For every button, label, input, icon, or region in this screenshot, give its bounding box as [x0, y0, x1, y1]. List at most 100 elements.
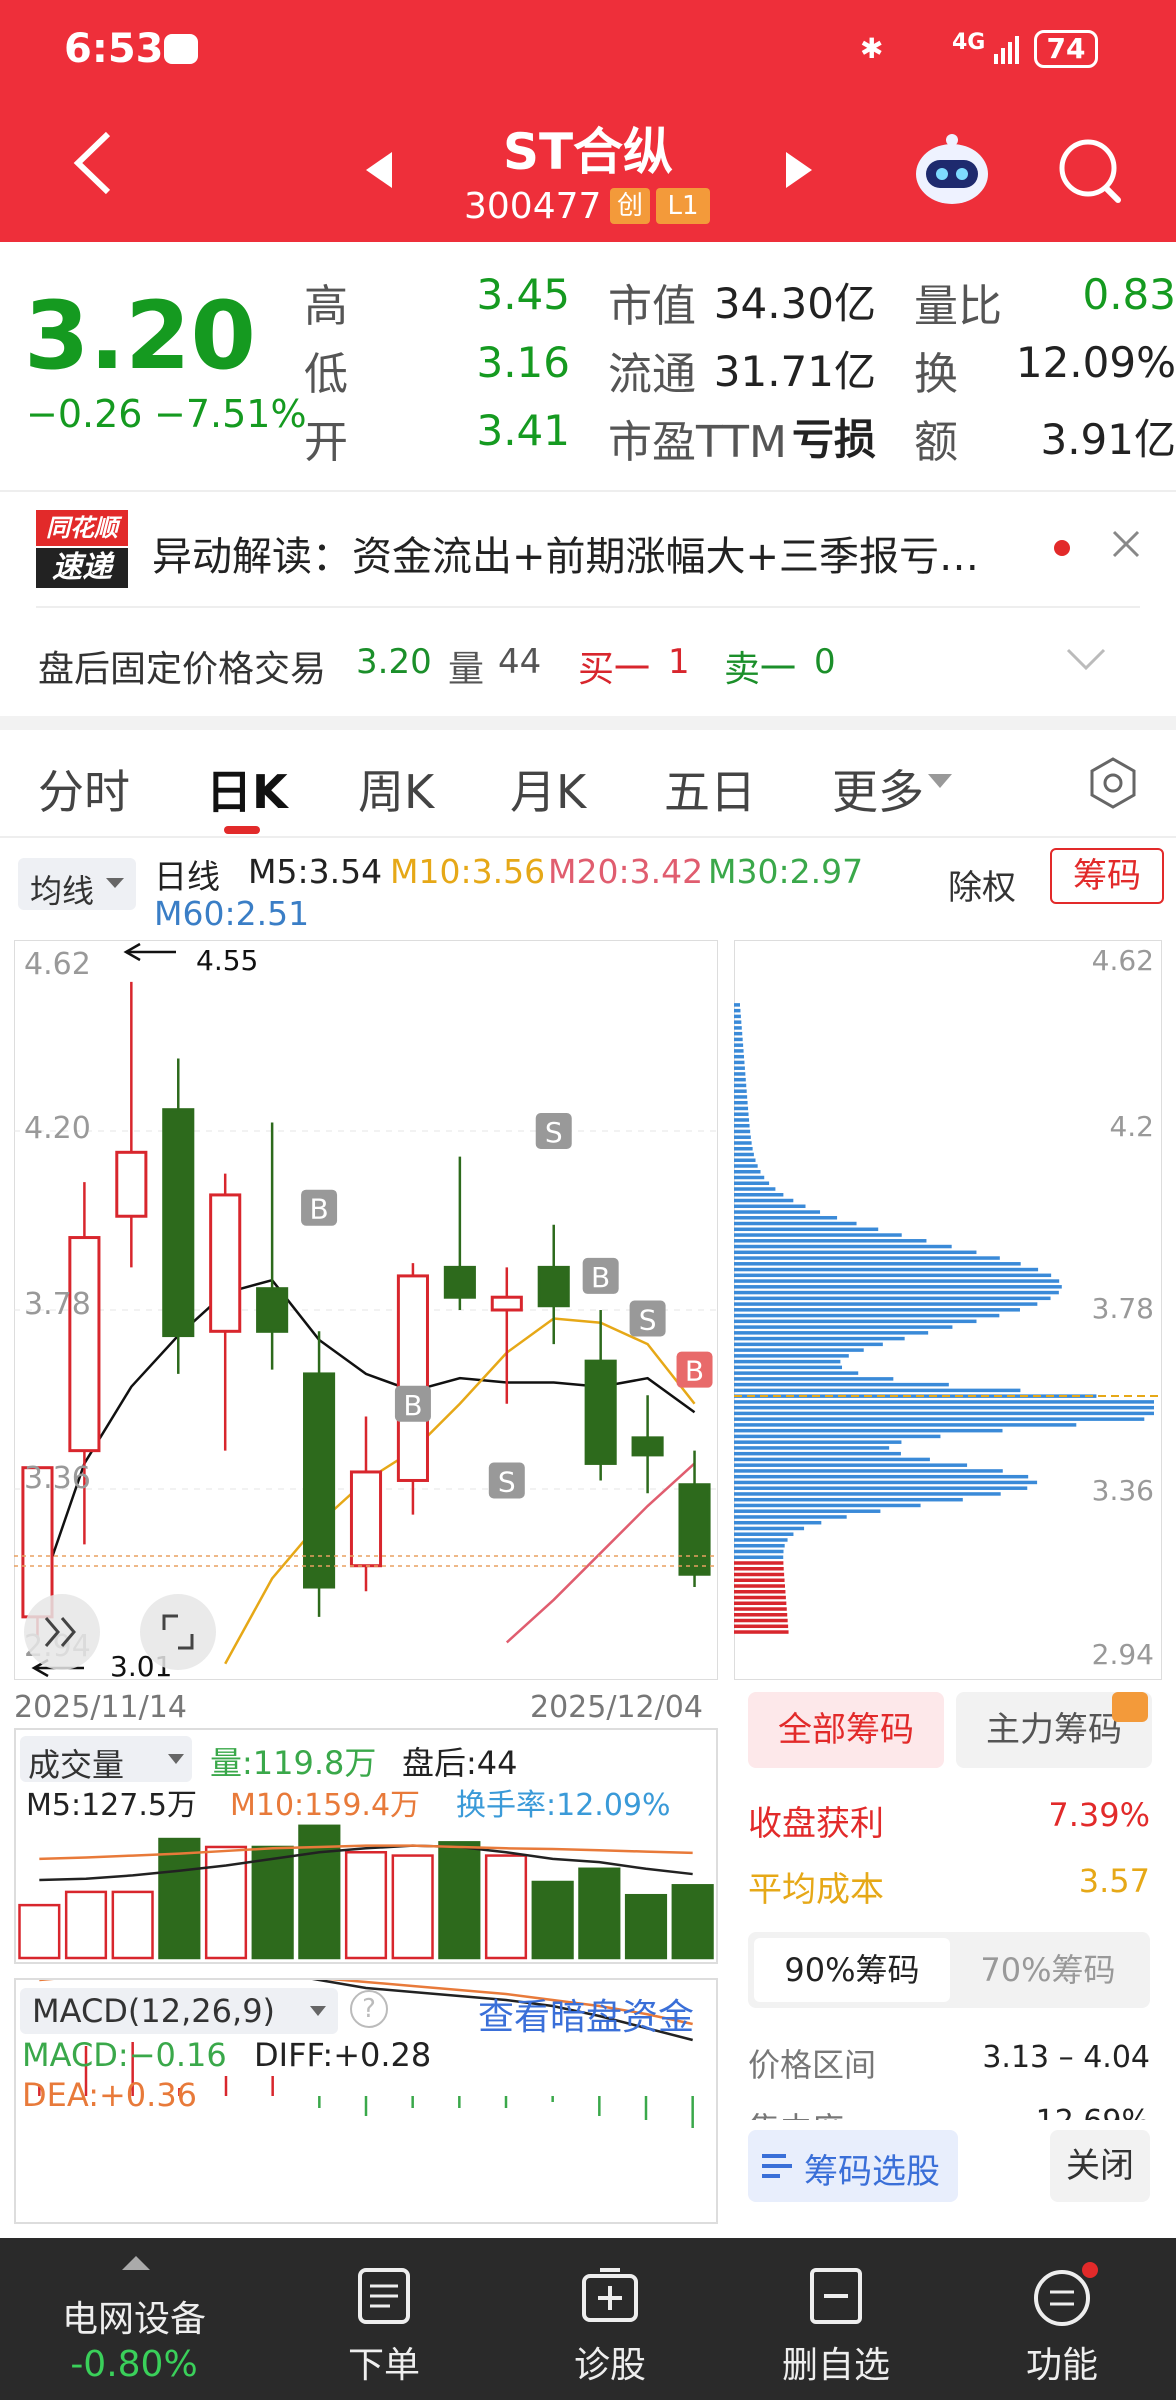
- sector-shortcut[interactable]: 电网设备 -0.80%: [44, 2238, 224, 2400]
- help-icon[interactable]: ?: [350, 1990, 388, 2028]
- chip-bar: [734, 1227, 879, 1232]
- lock-icon: [1112, 1692, 1148, 1722]
- news-banner[interactable]: 同花顺 速递 异动解读：资金流出+前期涨幅大+三季报亏…: [0, 496, 1176, 600]
- tab-daily-k[interactable]: 日K: [206, 756, 288, 822]
- robot-assistant-icon[interactable]: [912, 130, 992, 214]
- chip-bar: [734, 1037, 743, 1042]
- volume-value: 量:119.8万: [210, 1744, 377, 1782]
- nav-remove-watchlist[interactable]: 删自选: [746, 2238, 926, 2400]
- prev-stock-icon[interactable]: [364, 150, 394, 194]
- chip-bar: [734, 1520, 822, 1525]
- after-hours-row[interactable]: 盘后固定价格交易 3.20 量 44 买一 1 卖一 0: [0, 610, 1176, 714]
- chip-bar: [734, 1256, 1000, 1260]
- chip-bar: [734, 1095, 748, 1099]
- app-header: 6:53 ✱ 4G 74 ST合纵 300477 创 L1: [0, 0, 1176, 242]
- nav-functions-label: 功能: [1025, 2345, 1098, 2386]
- volume-bar: [251, 1845, 294, 1960]
- sell-one-label: 卖一: [724, 649, 797, 690]
- chip-bar: [734, 1049, 744, 1053]
- tab-more[interactable]: 更多: [832, 756, 924, 822]
- value-low: 3.16: [476, 338, 570, 387]
- sell-marker: S: [488, 1462, 525, 1499]
- candle-body: [303, 1372, 336, 1589]
- nav-diagnose[interactable]: 诊股: [520, 2238, 700, 2400]
- chip-bar: [734, 1474, 1029, 1479]
- volume-arrow-icon: [168, 1754, 184, 1764]
- chip-stock-pick-button[interactable]: 筹码选股: [748, 2130, 958, 2202]
- section-gap: [0, 716, 1176, 730]
- close-profit-value: 7.39%: [1048, 1796, 1150, 1834]
- fullscreen-icon[interactable]: [140, 1594, 216, 1670]
- volume-bar: [531, 1880, 574, 1960]
- seg-70-chips[interactable]: 70%筹码: [950, 1938, 1146, 2002]
- chip-bar: [734, 1221, 857, 1226]
- ma30-value: M30:2.97: [708, 852, 864, 891]
- turnover-rate-value: 换手率:12.09%: [456, 1788, 671, 1823]
- chip-bar: [734, 1296, 1051, 1301]
- news-logo-bottom: 速递: [36, 548, 128, 588]
- chip-toggle-button[interactable]: 筹码: [1050, 848, 1164, 904]
- candle-body: [678, 1483, 711, 1576]
- after-hours-vol: 44: [498, 642, 542, 682]
- chip-bar: [734, 1072, 746, 1076]
- ex-rights-toggle[interactable]: 除权: [948, 860, 1016, 909]
- label-market-cap: 市值: [608, 281, 696, 332]
- news-text: 异动解读：资金流出+前期涨幅大+三季报亏…: [152, 534, 980, 580]
- signal-icon: [994, 34, 1019, 64]
- chevron-down-icon[interactable]: [1066, 648, 1106, 676]
- buy-one-label: 买一: [578, 649, 651, 690]
- chip-bar: [734, 1566, 784, 1571]
- close-profit-label: 收盘获利: [748, 1804, 884, 1844]
- kline-chart[interactable]: BSBSBSB 4.62 4.20 3.78 3.36 2.94 4.55 3.…: [14, 940, 718, 1680]
- chip-bar: [734, 1492, 1001, 1496]
- chip-bar: [734, 1331, 929, 1335]
- chip-bar: [734, 1561, 784, 1565]
- chip-bar: [734, 1359, 841, 1364]
- back-icon[interactable]: [70, 128, 116, 202]
- tab-weekly-k[interactable]: 周K: [358, 756, 434, 822]
- turnover-rate: 换手率:12.09%: [456, 1780, 671, 1824]
- price-range-label: 价格区间: [748, 2046, 877, 2084]
- candle-body: [256, 1287, 289, 1333]
- chip-bar: [734, 1308, 1020, 1312]
- avg-cost-label: 平均成本: [748, 1870, 884, 1910]
- tab-all-chips[interactable]: 全部筹码: [748, 1692, 944, 1768]
- concentration-row: 集中度 12.69%: [748, 2100, 1150, 2120]
- status-time: 6:53: [64, 26, 164, 72]
- quote-panel: 3.20 −0.26 −7.51% 高 3.45 市值 34.30亿 量比 0.…: [0, 242, 1176, 492]
- chip-bar: [734, 1112, 749, 1116]
- nav-functions[interactable]: 功能: [972, 2238, 1152, 2400]
- volume-bar: [624, 1893, 668, 1960]
- stock-title: ST合纵: [502, 123, 674, 181]
- nav-order-label: 下单: [347, 2345, 420, 2386]
- indicator-selector[interactable]: 均线: [18, 858, 136, 910]
- seg-90-chips[interactable]: 90%筹码: [754, 1938, 950, 2002]
- value-pe-ttm: 亏损: [791, 415, 876, 464]
- search-icon[interactable]: [1056, 136, 1126, 210]
- menu-icon: [1034, 2262, 1098, 2326]
- chip-bar: [734, 1014, 741, 1019]
- after-hours-volume: 盘后:44: [402, 1744, 518, 1782]
- nav-diagnose-label: 诊股: [573, 2345, 646, 2386]
- tab-minute[interactable]: 分时: [38, 756, 130, 822]
- macd-selector[interactable]: MACD(12,26,9): [20, 1988, 338, 2034]
- candle-body: [584, 1359, 617, 1465]
- nav-order[interactable]: 下单: [294, 2238, 474, 2400]
- volume-bar: [344, 1851, 388, 1960]
- dark-pool-link[interactable]: 查看暗盘资金: [478, 1988, 694, 2040]
- after-hours-label: 盘后固定价格交易: [38, 649, 327, 690]
- tab-five-day[interactable]: 五日: [664, 756, 756, 822]
- expand-left-icon[interactable]: [24, 1594, 100, 1670]
- close-news-icon[interactable]: [1108, 526, 1144, 566]
- close-chip-button[interactable]: 关闭: [1050, 2130, 1150, 2202]
- chip-bar: [734, 1457, 930, 1462]
- macd-value: MACD:−0.16: [22, 2036, 227, 2074]
- chip-bar: [734, 1526, 805, 1531]
- chart-settings-icon[interactable]: [1086, 756, 1140, 814]
- chip-bar: [734, 1239, 927, 1243]
- chip-stock-pick-label: 筹码选股: [804, 2152, 940, 2192]
- volume-selector[interactable]: 成交量: [20, 1736, 192, 1784]
- volume-bar: [64, 1890, 108, 1960]
- next-stock-icon[interactable]: [784, 150, 814, 194]
- tab-monthly-k[interactable]: 月K: [510, 756, 586, 822]
